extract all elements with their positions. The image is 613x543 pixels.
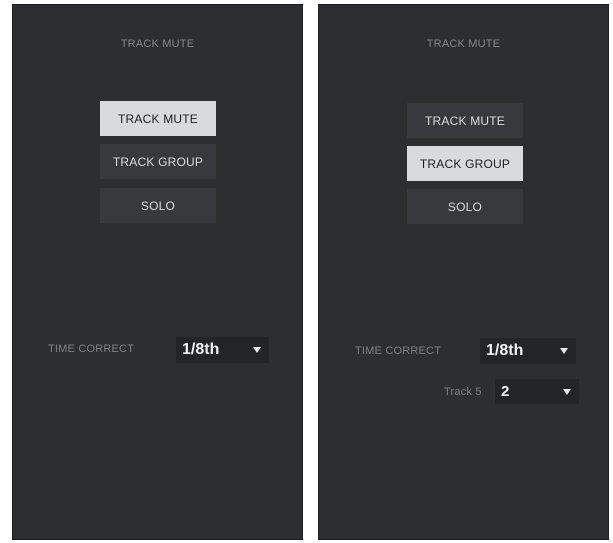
time-correct-dropdown[interactable]: 1/8th	[480, 338, 576, 364]
track-mute-button[interactable]: TRACK MUTE	[407, 103, 523, 138]
button-label: TRACK MUTE	[118, 111, 198, 126]
dropdown-value: 1/8th	[182, 341, 220, 358]
track-label: Track 5	[444, 386, 482, 398]
caret-down-icon	[563, 388, 571, 395]
track-dropdown[interactable]: 2	[495, 379, 579, 404]
track-mute-button[interactable]: TRACK MUTE	[100, 101, 216, 136]
button-label: SOLO	[140, 198, 176, 213]
caret-down-icon	[253, 347, 261, 353]
button-label: TRACK MUTE	[425, 113, 505, 128]
panel-title: TRACK MUTE	[426, 38, 501, 50]
track-group-button[interactable]: TRACK GROUP	[407, 146, 523, 181]
solo-button[interactable]: SOLO	[407, 189, 523, 224]
time-correct-label: TIME CORRECT	[355, 345, 442, 357]
time-correct-label: TIME CORRECT	[48, 343, 135, 355]
solo-button[interactable]: SOLO	[100, 188, 216, 223]
button-label: TRACK GROUP	[112, 154, 204, 169]
panel-title: TRACK MUTE	[120, 38, 195, 50]
button-label: SOLO	[447, 199, 483, 214]
caret-down-icon	[560, 348, 568, 354]
button-label: TRACK GROUP	[419, 156, 511, 171]
time-correct-dropdown[interactable]: 1/8th	[176, 337, 269, 363]
right-panel: TRACK MUTE TRACK MUTE TRACK GROUP SOLO T…	[318, 4, 609, 540]
dropdown-value: 2	[501, 383, 510, 400]
track-group-button[interactable]: TRACK GROUP	[100, 144, 216, 179]
left-panel: TRACK MUTE TRACK MUTE TRACK GROUP SOLO T…	[12, 4, 303, 540]
dropdown-value: 1/8th	[486, 342, 524, 359]
